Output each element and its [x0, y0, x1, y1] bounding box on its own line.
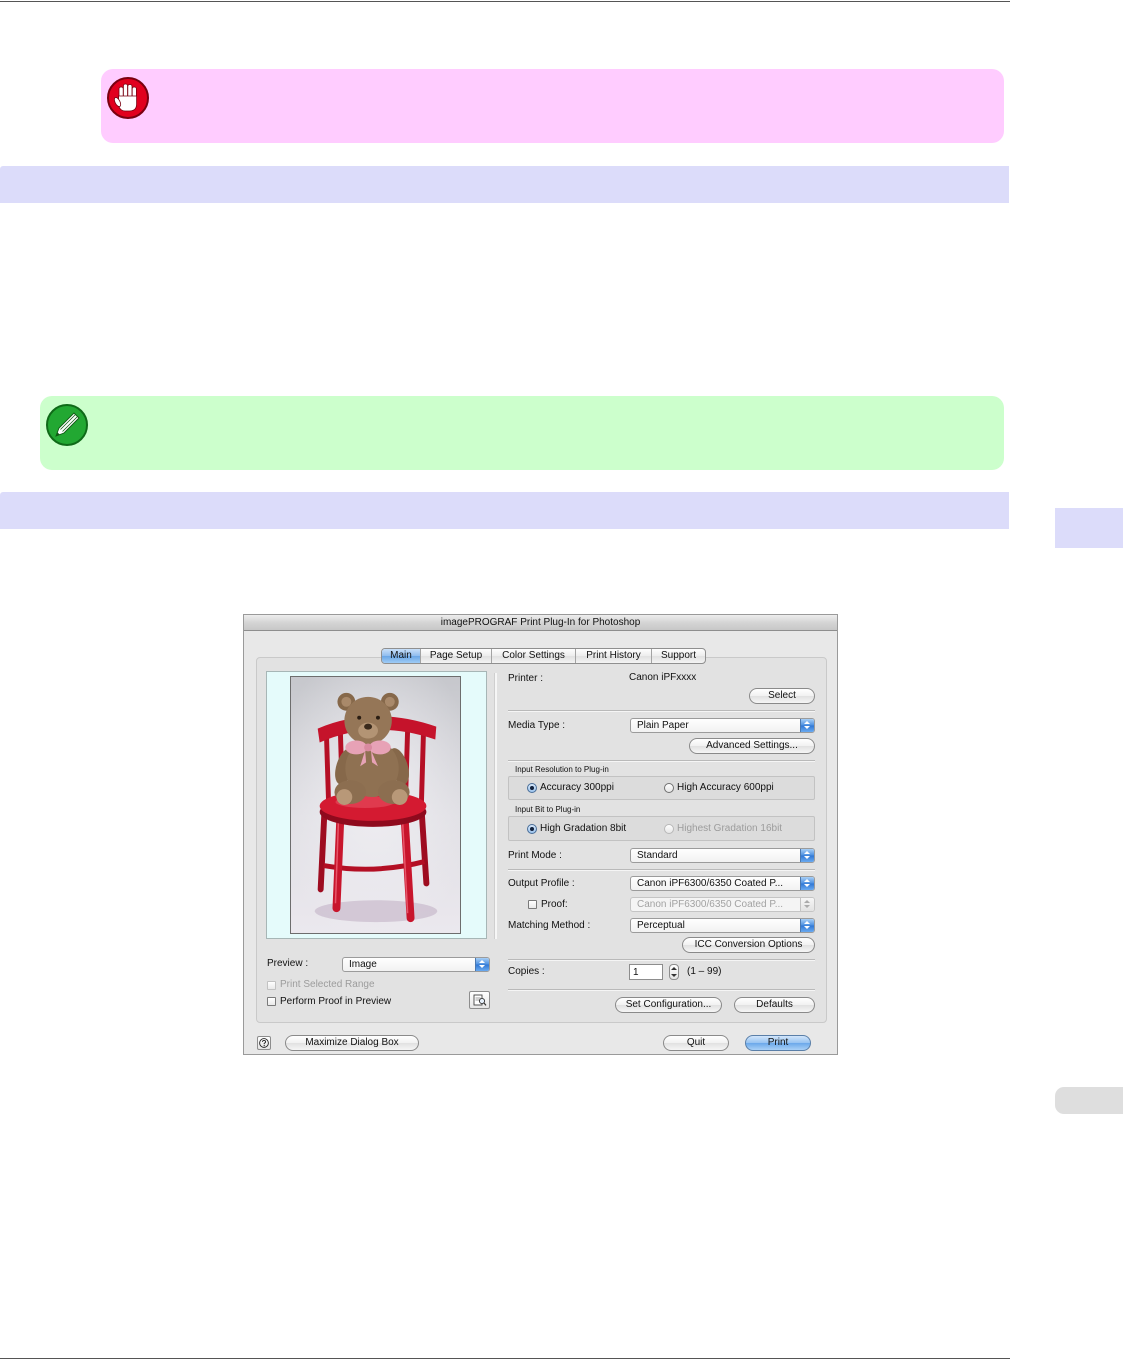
divider — [508, 760, 815, 762]
media-type-select[interactable]: Plain Paper — [630, 718, 815, 733]
matching-method-label: Matching Method : — [508, 920, 591, 931]
printer-name: Canon iPFxxxx — [629, 672, 697, 683]
print-button[interactable]: Print — [745, 1035, 811, 1051]
high-accuracy-600ppi-radio[interactable] — [664, 783, 674, 793]
preview-select[interactable]: Image — [342, 957, 490, 972]
tab-page-setup[interactable]: Page Setup — [420, 649, 491, 663]
proof-label: Proof: — [541, 899, 568, 910]
index-side-tab[interactable] — [1055, 1087, 1123, 1114]
high-gradation-8bit-label: High Gradation 8bit — [540, 823, 627, 834]
copies-field[interactable] — [629, 964, 663, 980]
copies-label: Copies : — [508, 966, 545, 977]
up-down-arrows-icon — [800, 919, 814, 932]
question-mark-icon — [259, 1038, 269, 1048]
tab-main[interactable]: Main — [382, 649, 420, 663]
advanced-settings-button[interactable]: Advanced Settings... — [689, 738, 815, 754]
section-heading-bar — [0, 166, 1009, 203]
pane-divider[interactable] — [494, 673, 497, 939]
divider — [508, 869, 815, 871]
chair-spindle — [418, 731, 426, 805]
help-button[interactable] — [257, 1036, 271, 1050]
chair-spindle — [324, 736, 332, 805]
dialog-title-bar: imagePROGRAF Print Plug-In for Photoshop — [244, 615, 837, 631]
pencil-icon — [45, 403, 89, 447]
preview-label: Preview : — [267, 958, 309, 969]
perform-proof-label: Perform Proof in Preview — [280, 996, 392, 1007]
up-down-arrows-icon — [800, 898, 814, 911]
proof-preview-icon — [473, 994, 487, 1006]
media-type-value: Plain Paper — [637, 720, 689, 731]
header-rule — [0, 1, 1010, 2]
preview-image — [290, 676, 461, 934]
tab-bar: Main Page Setup Color Settings Print His… — [381, 648, 706, 664]
perform-proof-checkbox[interactable] — [267, 997, 276, 1006]
bear-bow-lobe-right — [369, 740, 391, 755]
accuracy-300ppi-radio[interactable] — [527, 783, 537, 793]
highest-gradation-16bit-radio[interactable] — [664, 824, 674, 834]
copies-stepper[interactable] — [669, 964, 679, 980]
manual-page: imagePROGRAF Print Plug-In for Photoshop… — [0, 0, 1123, 1361]
bear-ear-inner-right — [384, 696, 395, 707]
bear-nose — [364, 723, 373, 730]
media-type-label: Media Type : — [508, 720, 566, 731]
preview-select-value: Image — [349, 959, 377, 970]
up-down-arrows-icon — [800, 719, 814, 732]
hand-stop-icon — [106, 76, 150, 120]
chair-rear-leg-left — [317, 805, 328, 893]
print-mode-select[interactable]: Standard — [630, 848, 815, 863]
note-callout — [40, 396, 1004, 470]
tab-color-settings[interactable]: Color Settings — [491, 649, 575, 663]
icc-conversion-options-button[interactable]: ICC Conversion Options — [682, 937, 815, 953]
input-resolution-label: Input Resolution to Plug-in — [515, 765, 609, 774]
bear-bow-knot — [364, 743, 373, 752]
dialog-title: imagePROGRAF Print Plug-In for Photoshop — [440, 617, 641, 628]
bear-eye-left — [357, 715, 362, 720]
footer-rule — [0, 1358, 1010, 1359]
output-profile-label: Output Profile : — [508, 878, 575, 889]
chapter-side-tab[interactable] — [1055, 508, 1123, 548]
up-down-arrows-icon — [800, 849, 814, 862]
proof-profile-value: Canon iPF6300/6350 Coated P... — [637, 899, 784, 910]
print-selected-range-label: Print Selected Range — [280, 979, 375, 990]
high-gradation-8bit-radio[interactable] — [527, 824, 537, 834]
proof-profile-select[interactable]: Canon iPF6300/6350 Coated P... — [630, 897, 815, 912]
print-selected-range-checkbox[interactable] — [267, 981, 276, 990]
select-printer-button[interactable]: Select — [749, 688, 815, 704]
print-mode-label: Print Mode : — [508, 850, 562, 861]
bear-bow-lobe-left — [345, 740, 368, 755]
input-bit-label: Input Bit to Plug-in — [515, 805, 581, 814]
quit-button[interactable]: Quit — [663, 1035, 729, 1051]
highest-gradation-16bit-label: Highest Gradation 16bit — [677, 823, 783, 834]
bear-ear-inner-left — [341, 696, 352, 707]
bear-foot-pad-left — [336, 789, 353, 805]
up-down-arrows-icon — [475, 958, 489, 971]
printer-label: Printer : — [508, 673, 544, 684]
divider — [508, 989, 815, 991]
maximize-dialog-button[interactable]: Maximize Dialog Box — [285, 1035, 419, 1051]
matching-method-select[interactable]: Perceptual — [630, 918, 815, 933]
defaults-button[interactable]: Defaults — [734, 997, 815, 1013]
high-accuracy-600ppi-label: High Accuracy 600ppi — [677, 782, 774, 793]
bear-foot-pad-right — [391, 789, 408, 805]
divider — [508, 710, 815, 712]
section-heading-bar — [0, 492, 1009, 529]
bear-eye-right — [375, 715, 380, 720]
output-profile-value: Canon iPF6300/6350 Coated P... — [637, 878, 784, 889]
divider — [508, 959, 815, 961]
important-callout — [101, 69, 1004, 143]
tab-support[interactable]: Support — [651, 649, 705, 663]
proof-checkbox[interactable] — [528, 900, 537, 909]
copies-range: (1 – 99) — [687, 966, 722, 977]
matching-method-value: Perceptual — [637, 920, 685, 931]
tab-print-history[interactable]: Print History — [575, 649, 651, 663]
up-down-arrows-icon — [800, 877, 814, 890]
print-plugin-dialog: imagePROGRAF Print Plug-In for Photoshop… — [243, 614, 838, 1055]
proof-preview-button[interactable] — [469, 991, 490, 1009]
accuracy-300ppi-label: Accuracy 300ppi — [540, 782, 614, 793]
output-profile-select[interactable]: Canon iPF6300/6350 Coated P... — [630, 876, 815, 891]
set-configuration-button[interactable]: Set Configuration... — [615, 997, 722, 1013]
print-mode-value: Standard — [637, 850, 678, 861]
